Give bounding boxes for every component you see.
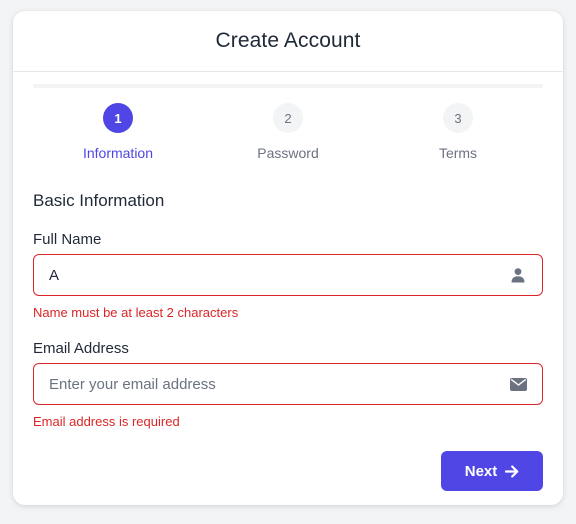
step-terms[interactable]: 3 Terms xyxy=(388,103,528,161)
create-account-card: Create Account 1 Information 2 Password … xyxy=(13,11,563,505)
email-field-wrapper xyxy=(33,363,543,405)
envelope-icon xyxy=(508,374,528,394)
email-label: Email Address xyxy=(33,340,129,357)
step-label: Password xyxy=(257,145,319,161)
step-password[interactable]: 2 Password xyxy=(218,103,358,161)
step-number: 2 xyxy=(273,103,303,133)
step-label: Information xyxy=(82,145,154,161)
step-number: 3 xyxy=(443,103,473,133)
next-button-label: Next xyxy=(464,462,498,480)
card-header: Create Account xyxy=(13,11,563,72)
full-name-input[interactable] xyxy=(34,255,508,295)
next-button[interactable]: Next xyxy=(441,451,543,491)
email-input[interactable] xyxy=(34,364,508,404)
page-title: Create Account xyxy=(215,29,361,52)
arrow-right-icon xyxy=(505,464,519,478)
full-name-label: Full Name xyxy=(33,231,102,248)
user-icon xyxy=(508,265,528,285)
section-title: Basic Information xyxy=(33,191,165,210)
step-information[interactable]: 1 Information xyxy=(48,103,188,161)
step-number: 1 xyxy=(103,103,133,133)
step-indicator: 1 Information 2 Password 3 Terms xyxy=(33,103,543,163)
email-error: Email address is required xyxy=(33,414,180,429)
step-label: Terms xyxy=(438,145,478,161)
full-name-error: Name must be at least 2 characters xyxy=(33,305,239,320)
progress-bar xyxy=(33,84,543,88)
full-name-field-wrapper xyxy=(33,254,543,296)
